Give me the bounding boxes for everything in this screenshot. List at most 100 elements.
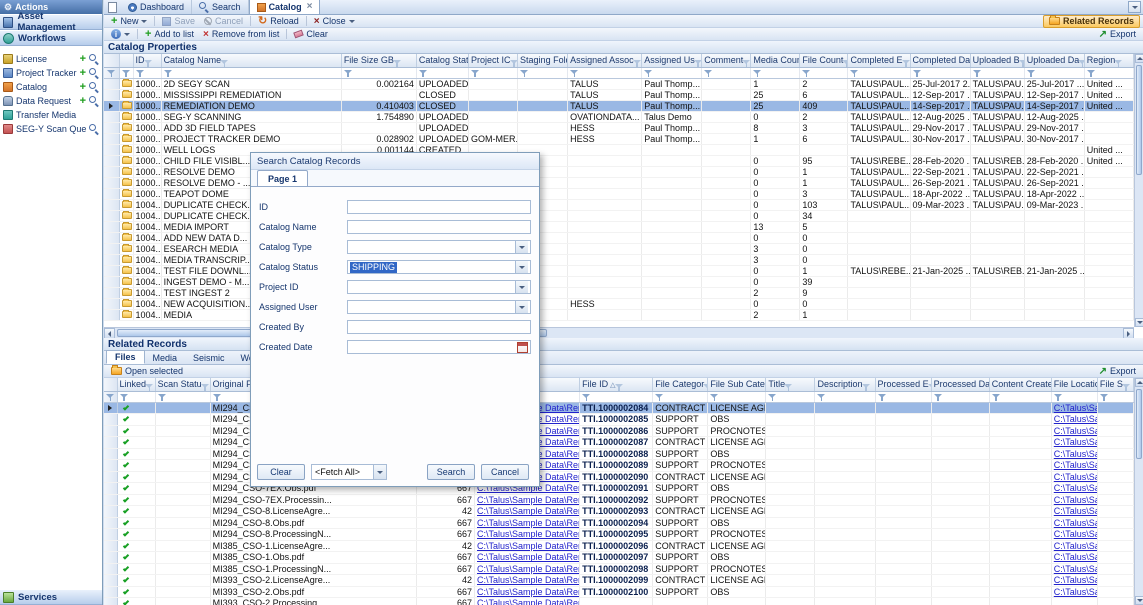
filter-cell[interactable] <box>815 391 875 402</box>
scroll-up-icon[interactable] <box>1135 54 1143 63</box>
column-header-scan-statu[interactable]: Scan Statu <box>155 378 210 391</box>
file-location-link[interactable]: C:\Talus\Sa... <box>1054 518 1098 528</box>
filter-icon[interactable] <box>510 59 518 67</box>
filter-cell[interactable] <box>989 391 1051 402</box>
tab-list-dropdown[interactable] <box>1128 1 1141 13</box>
filter-cell[interactable] <box>642 67 702 78</box>
search-icon[interactable] <box>89 124 99 134</box>
assigned-user-field[interactable] <box>347 300 531 314</box>
filter-cell[interactable] <box>848 67 910 78</box>
chevron-down-icon[interactable] <box>515 281 528 293</box>
column-header-assigned-assoc[interactable]: Assigned Assoc <box>568 54 642 67</box>
scroll-left-icon[interactable] <box>104 328 115 338</box>
column-header-region[interactable]: Region <box>1084 54 1133 67</box>
filter-cell[interactable] <box>875 391 931 402</box>
add-icon[interactable]: + <box>80 83 86 92</box>
column-header-file-categor[interactable]: File Categor <box>653 378 708 391</box>
column-header-blank[interactable] <box>119 54 133 67</box>
file-row[interactable]: MI294_CSO-8.LicenseAgre...42C:\Talus\Sam… <box>104 506 1134 518</box>
column-header-file-size-gb[interactable]: File Size GB <box>341 54 416 67</box>
column-header-completed-e[interactable]: Completed E <box>848 54 910 67</box>
filter-cell[interactable] <box>117 391 155 402</box>
column-header-catalog-statu[interactable]: Catalog Statu <box>416 54 468 67</box>
file-location-link[interactable]: C:\Talus\Sa... <box>1054 437 1098 447</box>
filter-icon[interactable] <box>694 59 702 67</box>
chevron-down-icon[interactable] <box>515 241 528 253</box>
column-header-title[interactable]: Title <box>766 378 815 391</box>
file-row[interactable]: MI385_CSO-1.LicenseAgre...42C:\Talus\Sam… <box>104 540 1134 552</box>
filter-icon[interactable] <box>902 59 910 67</box>
original-file-path-link[interactable]: C:\Talus\Sample Data\RemediationFiles\80… <box>477 564 580 574</box>
catalog-row[interactable]: 1000...PROJECT TRACKER DEMO0.028902UPLOA… <box>104 133 1134 144</box>
catalog-status-field[interactable]: SHIPPING <box>347 260 531 274</box>
filter-icon[interactable] <box>633 59 641 67</box>
column-header-catalog-name[interactable]: Catalog Name <box>161 54 341 67</box>
filter-cell[interactable] <box>931 391 989 402</box>
scroll-up-icon[interactable] <box>1135 378 1143 387</box>
filter-cell[interactable] <box>1051 391 1097 402</box>
original-file-path-link[interactable]: C:\Talus\Sample Data\RemediationFiles\80… <box>477 518 580 528</box>
catalog-vertical-scrollbar[interactable] <box>1134 54 1143 327</box>
file-row[interactable]: MI393_CSO-2.LicenseAgre...42C:\Talus\Sam… <box>104 575 1134 587</box>
filter-cell[interactable] <box>1024 67 1084 78</box>
catalog-row[interactable]: 1000...REMEDIATION DEMO0.410403CLOSEDTAL… <box>104 100 1134 111</box>
filter-cell[interactable] <box>800 67 848 78</box>
filter-cell[interactable] <box>1084 67 1133 78</box>
filter-icon[interactable] <box>144 59 152 67</box>
sidebar-item-license[interactable]: License+ <box>0 52 102 66</box>
column-header-content-created[interactable]: Content Created <box>989 378 1051 391</box>
filter-icon[interactable] <box>145 383 153 391</box>
tab-seismic[interactable]: Seismic <box>185 351 233 364</box>
project-id-field[interactable] <box>347 280 531 294</box>
file-location-link[interactable]: C:\Talus\Sa... <box>1054 426 1098 436</box>
sidebar-item-transfer-media[interactable]: Transfer Media <box>0 108 102 122</box>
filter-cell[interactable] <box>653 391 708 402</box>
scroll-down-icon[interactable] <box>1135 596 1143 605</box>
file-row[interactable]: MI294_CSO-8.Obs.pdf667C:\Talus\Sample Da… <box>104 517 1134 529</box>
tab-catalog[interactable]: Catalog× <box>249 0 321 14</box>
filter-cell[interactable] <box>751 67 800 78</box>
column-header-media-coun[interactable]: Media Coun <box>751 54 800 67</box>
filter-icon[interactable] <box>784 383 792 391</box>
column-header-project-ic[interactable]: Project IC <box>468 54 517 67</box>
file-row[interactable]: MI294_CSO-7EX.Processin...667C:\Talus\Sa… <box>104 494 1134 506</box>
filter-cell[interactable] <box>119 67 133 78</box>
fetch-mode-dropdown[interactable]: <Fetch All> <box>311 464 387 480</box>
sidebar-section-asset-management[interactable]: Asset Management <box>0 14 102 30</box>
catalog-type-field[interactable] <box>347 240 531 254</box>
calendar-icon[interactable] <box>517 342 528 353</box>
file-location-link[interactable]: C:\Talus\Sa... <box>1054 575 1098 585</box>
filter-cell[interactable] <box>910 67 970 78</box>
filter-cell[interactable] <box>416 67 468 78</box>
new-button[interactable]: + New <box>107 15 151 27</box>
filter-icon[interactable] <box>1114 59 1122 67</box>
filter-icon[interactable] <box>615 383 623 391</box>
column-header-processed-da[interactable]: Processed Da <box>931 378 989 391</box>
filter-icon[interactable] <box>220 59 228 67</box>
column-header-assigned-us[interactable]: Assigned Us <box>642 54 702 67</box>
tab-page-1[interactable]: Page 1 <box>257 170 308 186</box>
column-header-comment[interactable]: Comment <box>702 54 751 67</box>
open-selected-button[interactable]: Open selected <box>107 365 187 377</box>
scroll-right-icon[interactable] <box>1123 328 1134 338</box>
column-header-uploaded-b[interactable]: Uploaded B <box>970 54 1024 67</box>
sidebar-item-seg-y-scan-queue[interactable]: SEG-Y Scan Queue <box>0 122 102 136</box>
created-date-field[interactable] <box>347 340 531 354</box>
created-by-field[interactable] <box>347 320 531 334</box>
file-location-link[interactable]: C:\Talus\Sa... <box>1054 472 1098 482</box>
remove-from-list-button[interactable]: × Remove from list <box>199 28 283 40</box>
save-button[interactable]: Save <box>158 15 199 27</box>
scrollbar-thumb[interactable] <box>1136 65 1142 175</box>
filter-cell[interactable] <box>580 391 653 402</box>
file-location-link[interactable]: C:\Talus\Sa... <box>1054 403 1098 413</box>
catalog-row[interactable]: 1000...ADD 3D FIELD TAPESUPLOADEDHESSPau… <box>104 122 1134 133</box>
sidebar-item-project-tracker[interactable]: Project Tracker+ <box>0 66 102 80</box>
column-header-file-sub-categ[interactable]: File Sub Categ <box>708 378 766 391</box>
chevron-down-icon[interactable] <box>515 301 528 313</box>
filter-cell[interactable] <box>708 391 766 402</box>
filter-cell[interactable] <box>133 67 161 78</box>
original-file-path-link[interactable]: C:\Talus\Sample Data\RemediationFiles\80… <box>477 506 580 516</box>
original-file-path-link[interactable]: C:\Talus\Sample Data\RemediationFiles\80… <box>477 587 580 597</box>
sidebar-item-data-request[interactable]: Data Request+ <box>0 94 102 108</box>
add-icon[interactable]: + <box>80 97 86 106</box>
